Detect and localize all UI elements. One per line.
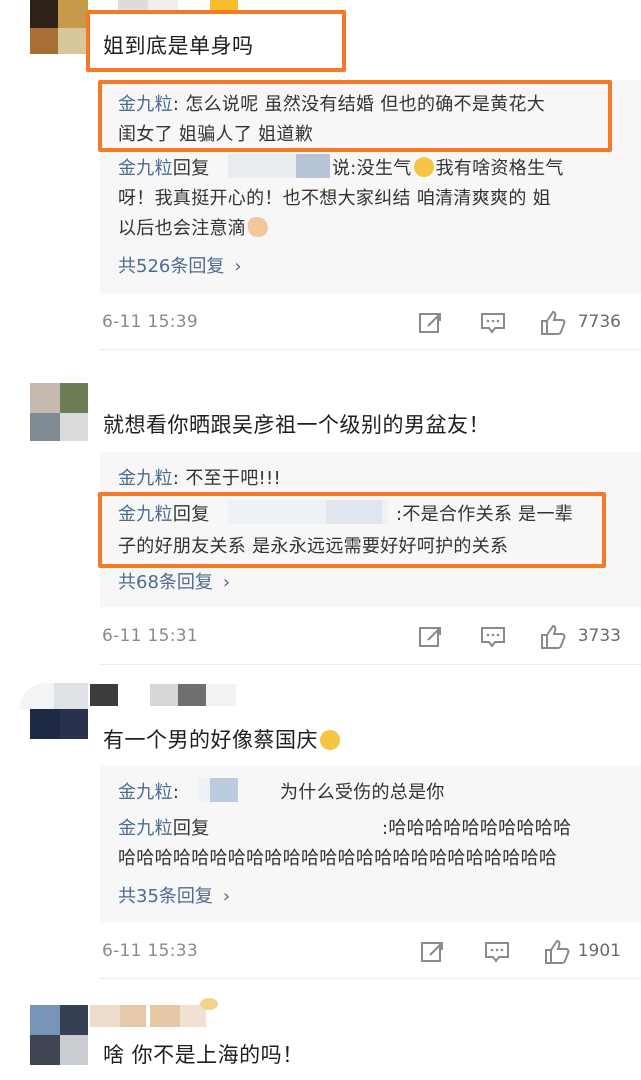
reply-author[interactable]: 金九粒 — [118, 468, 173, 489]
blurred-username — [210, 778, 238, 802]
chevron-right-icon: › — [234, 256, 242, 277]
comment-meta: 6-11 15:31 3733 — [100, 622, 641, 652]
chevron-right-icon: › — [222, 886, 231, 907]
reply-verb: 回复 — [172, 818, 210, 839]
comment-text: 有一个男的好像蔡国庆 — [103, 724, 340, 754]
divider — [100, 978, 641, 979]
like-count: 3733 — [577, 626, 621, 646]
more-replies-label: 共68条回复 — [118, 572, 213, 593]
repost-icon[interactable] — [418, 624, 444, 650]
comment-meta: 6-11 15:39 7736 — [100, 308, 641, 338]
thumbs-up-icon[interactable] — [544, 939, 570, 965]
rolling-laughing-emoji-icon — [320, 730, 340, 750]
timestamp: 6-11 15:33 — [102, 941, 198, 961]
highlight-box — [86, 10, 346, 72]
divider — [100, 349, 641, 350]
reply-text: 我有啥资格生气 — [435, 158, 564, 179]
reply-author[interactable]: 金九粒 — [118, 818, 173, 839]
reply-author[interactable]: 金九粒 — [118, 158, 173, 179]
reply-line: 哈哈哈哈哈哈哈哈哈哈哈哈哈哈哈哈哈哈哈哈哈哈哈哈 — [118, 848, 558, 869]
comment-icon[interactable] — [484, 939, 510, 965]
view-more-replies-link[interactable]: 共526条回复 › — [118, 252, 242, 278]
thumbs-up-icon[interactable] — [540, 310, 566, 336]
reply-text: :哈哈哈哈哈哈哈哈哈哈 — [382, 818, 572, 839]
highlight-box — [98, 492, 606, 568]
reply-line: 以后也会注意滴 — [118, 214, 269, 240]
timestamp: 6-11 15:39 — [102, 312, 198, 332]
reply-separator: : — [172, 782, 180, 803]
laughing-emoji-icon — [413, 157, 434, 177]
reply-line: 金九粒: — [118, 778, 179, 804]
like-count: 1901 — [577, 941, 621, 961]
view-more-replies-link[interactable]: 共68条回复 › — [118, 568, 230, 594]
comment-text-value: 有一个男的好像蔡国庆 — [103, 728, 318, 752]
reply-text: 以后也会注意滴 — [118, 218, 247, 239]
reply-separator: : — [172, 468, 180, 489]
comment-text: 就想看你晒跟吴彦祖一个级别的男盆友！ — [103, 413, 490, 437]
comment-meta: 6-11 15:33 1901 — [100, 937, 641, 967]
divider — [100, 664, 641, 665]
highlight-box — [98, 80, 612, 152]
flexed-biceps-emoji-icon — [248, 217, 269, 237]
reply-line: 呀！我真挺开心的！也不想大家纠结 咱清清爽爽的 姐 — [118, 188, 551, 209]
thumbs-up-icon[interactable] — [540, 624, 566, 650]
reply-line: 金九粒: 不至于吧!!! — [118, 464, 281, 490]
reply-text: 说:没生气 — [332, 158, 412, 179]
comment-icon[interactable] — [480, 310, 506, 336]
reply-verb: 回复 — [172, 158, 210, 179]
reply-line: 金九粒回复 — [118, 154, 210, 180]
like-count: 7736 — [577, 312, 621, 332]
reply-text: 为什么受伤的总是你 — [280, 782, 445, 803]
reply-line: 说:没生气 我有啥资格生气 — [332, 154, 564, 180]
reply-author[interactable]: 金九粒 — [118, 782, 173, 803]
view-more-replies-link[interactable]: 共35条回复 › — [118, 882, 230, 908]
more-replies-label: 共526条回复 — [118, 256, 225, 277]
chevron-right-icon: › — [222, 572, 231, 593]
blurred-username — [296, 154, 330, 178]
reply-box[interactable]: 金九粒: 为什么受伤的总是你 金九粒回复 :哈哈哈哈哈哈哈哈哈哈 哈哈哈哈哈哈哈… — [100, 766, 641, 922]
repost-icon[interactable] — [420, 939, 446, 965]
repost-icon[interactable] — [418, 310, 444, 336]
reply-line: 金九粒回复 — [118, 814, 210, 840]
timestamp: 6-11 15:31 — [102, 626, 198, 646]
comment-icon[interactable] — [480, 624, 506, 650]
more-replies-label: 共35条回复 — [118, 886, 213, 907]
comment-text: 啥 你不是上海的吗！ — [103, 1043, 304, 1067]
reply-text: 不至于吧!!! — [185, 468, 282, 489]
